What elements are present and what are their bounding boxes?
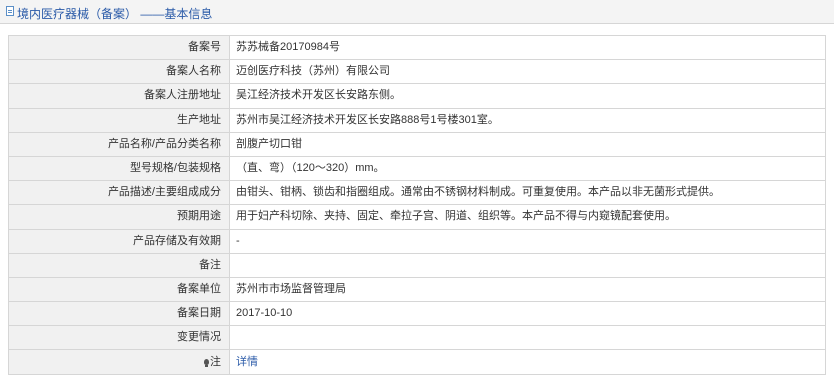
page-header: 境内医疗器械（备案） ——基本信息 xyxy=(0,0,834,24)
details-link[interactable]: 详情 xyxy=(236,356,258,368)
table-row: 备案号 苏苏械备20170984号 xyxy=(8,34,826,61)
table-row: 变更情况 xyxy=(8,325,826,351)
page-title: 境内医疗器械（备案） ——基本信息 xyxy=(17,7,213,21)
row-value-registered-address: 吴江经济技术开发区长安路东侧。 xyxy=(229,83,826,109)
table-row: 产品描述/主要组成成分 由钳头、钳柄、锁齿和指圈组成。通常由不锈钢材料制成。可重… xyxy=(8,180,826,206)
table-row: 生产地址 苏州市吴江经济技术开发区长安路888号1号楼301室。 xyxy=(8,107,826,133)
row-value-filing-date: 2017-10-10 xyxy=(229,301,826,327)
row-value-record-number: 苏苏械备20170984号 xyxy=(229,34,826,61)
row-label-registered-address: 备案人注册地址 xyxy=(8,83,230,109)
table-row: 预期用途 用于妇产科切除、夹持、固定、牵拉子宫、阴道、组织等。本产品不得与内窥镜… xyxy=(8,204,826,230)
table-row: 备案人名称 迈创医疗科技（苏州）有限公司 xyxy=(8,59,826,85)
row-value-intended-use: 用于妇产科切除、夹持、固定、牵拉子宫、阴道、组织等。本产品不得与内窥镜配套使用。 xyxy=(229,204,826,230)
table-row: 备案人注册地址 吴江经济技术开发区长安路东侧。 xyxy=(8,83,826,109)
row-value-storage-validity: - xyxy=(229,228,826,254)
table-row: 备案日期 2017-10-10 xyxy=(8,301,826,327)
lightbulb-icon xyxy=(204,358,209,367)
row-label-production-address: 生产地址 xyxy=(8,107,230,133)
row-value-model-spec: （直、弯）（120～320）mm。 xyxy=(229,155,826,182)
row-label-product-name: 产品名称/产品分类名称 xyxy=(8,131,230,157)
table-row: 产品存储及有效期 - xyxy=(8,228,826,254)
info-table: 备案号 苏苏械备20170984号 备案人名称 迈创医疗科技（苏州）有限公司 备… xyxy=(8,34,826,375)
note-label: 注 xyxy=(210,355,221,368)
row-value-product-name: 剖腹产切口钳 xyxy=(229,131,826,157)
table-row: 产品名称/产品分类名称 剖腹产切口钳 xyxy=(8,131,826,157)
row-value-changes xyxy=(229,325,826,351)
table-row: 备注 xyxy=(8,252,826,278)
row-label-changes: 变更情况 xyxy=(8,325,230,351)
row-label-note: 注 xyxy=(8,349,230,375)
row-label-intended-use: 预期用途 xyxy=(8,204,230,230)
row-label-description: 产品描述/主要组成成分 xyxy=(8,180,230,206)
row-label-registrant-name: 备案人名称 xyxy=(8,59,230,85)
table-row: 注 详情 xyxy=(8,349,826,375)
row-label-model-spec: 型号规格/包装规格 xyxy=(8,155,230,182)
row-value-description: 由钳头、钳柄、锁齿和指圈组成。通常由不锈钢材料制成。可重复使用。本产品以非无菌形… xyxy=(229,180,826,206)
document-icon xyxy=(6,6,14,16)
row-value-registrant-name: 迈创医疗科技（苏州）有限公司 xyxy=(229,59,826,85)
row-value-production-address: 苏州市吴江经济技术开发区长安路888号1号楼301室。 xyxy=(229,107,826,133)
row-value-filing-unit: 苏州市市场监督管理局 xyxy=(229,276,826,303)
table-row: 备案单位 苏州市市场监督管理局 xyxy=(8,276,826,303)
row-value-note: 详情 xyxy=(229,349,826,375)
table-row: 型号规格/包装规格 （直、弯）（120～320）mm。 xyxy=(8,155,826,182)
row-label-record-number: 备案号 xyxy=(8,34,230,61)
row-label-filing-date: 备案日期 xyxy=(8,301,230,327)
row-label-filing-unit: 备案单位 xyxy=(8,276,230,303)
row-label-remarks: 备注 xyxy=(8,252,230,278)
row-value-remarks xyxy=(229,252,826,278)
row-label-storage-validity: 产品存储及有效期 xyxy=(8,228,230,254)
